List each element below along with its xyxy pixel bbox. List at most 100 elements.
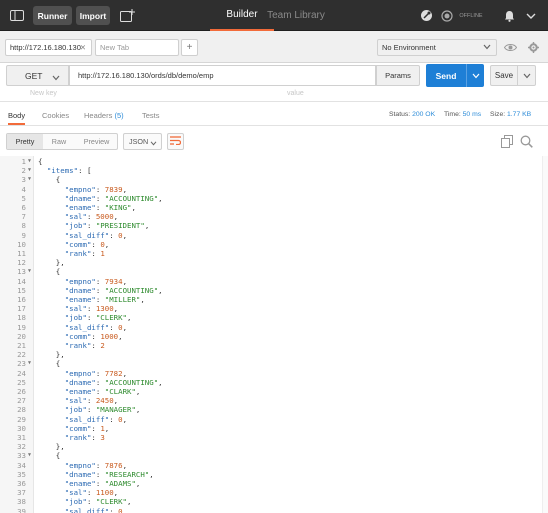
code-scrollbar[interactable] <box>542 156 548 513</box>
time-value: 50 ms <box>462 111 482 118</box>
line-number: 21 <box>17 341 26 350</box>
tab-builder[interactable]: Builder <box>210 0 274 31</box>
notifications-bell-icon[interactable] <box>500 6 518 25</box>
fold-arrow-icon[interactable]: ▼ <box>28 175 31 184</box>
code-text: "ename": "CLARK", <box>64 387 141 396</box>
line-number: 26 <box>17 387 26 396</box>
code-text: "comm": 0, <box>64 239 110 249</box>
view-mode-group: Pretty Raw Preview <box>6 133 118 150</box>
code-text: "comm": 1000, <box>64 331 123 341</box>
code-line: 7 "sal": 5000, <box>0 212 548 221</box>
pretty-button[interactable]: Pretty <box>7 134 43 149</box>
code-line: 3 ▼ { <box>0 175 548 184</box>
tab-request-active[interactable]: http://172.16.180.130 ✕ <box>5 39 92 56</box>
code-line: 22 }, <box>0 350 548 359</box>
code-line: 28 "job": "MANAGER", <box>0 405 548 414</box>
tab-tests[interactable]: Tests <box>142 111 160 120</box>
fold-arrow-icon[interactable]: ▼ <box>28 157 31 166</box>
code-line: 24 "empno": 7782, <box>0 369 548 378</box>
tab-cookies[interactable]: Cookies <box>42 111 69 120</box>
tab-body[interactable]: Body <box>8 111 26 125</box>
method-label: GET <box>25 70 43 81</box>
line-number: 39 <box>17 506 26 513</box>
runner-button[interactable]: Runner <box>33 6 72 25</box>
tab-headers[interactable]: Headers (5) <box>84 111 124 120</box>
code-line: 18 "job": "CLERK", <box>0 313 548 322</box>
tab-headers-label: Headers <box>84 111 113 120</box>
line-number: 31 <box>17 433 26 442</box>
format-select[interactable]: JSON <box>123 133 162 150</box>
code-line: 34 "empno": 7876, <box>0 461 548 470</box>
code-text: "empno": 7839, <box>64 184 128 194</box>
code-text: { <box>38 451 61 461</box>
code-text: "job": "MANAGER", <box>64 405 141 415</box>
status-readout: Status: 200 OK <box>389 111 435 118</box>
import-button[interactable]: Import <box>76 6 110 25</box>
method-select[interactable]: GET <box>6 65 69 86</box>
code-text: }, <box>38 350 65 360</box>
eye-icon[interactable] <box>501 39 519 56</box>
code-line: 21 "rank": 2 <box>0 341 548 350</box>
gear-icon[interactable] <box>524 39 542 56</box>
value-input[interactable]: value <box>287 90 304 97</box>
satellite-icon[interactable] <box>418 6 434 25</box>
code-text: "job": "CLERK", <box>64 497 132 507</box>
line-number: 19 <box>17 322 26 332</box>
save-options-button[interactable] <box>518 65 536 86</box>
new-key-input[interactable]: New key <box>30 90 57 97</box>
fold-arrow-icon[interactable]: ▼ <box>28 451 31 460</box>
headers-count: (5) <box>114 111 124 120</box>
tab-new[interactable]: New Tab <box>95 39 179 56</box>
fold-arrow-icon[interactable]: ▼ <box>28 359 31 368</box>
response-tabs-bar: Body Cookies Headers (5) Tests Status: 2… <box>0 106 548 126</box>
preview-button[interactable]: Preview <box>75 134 118 149</box>
line-number: 5 <box>21 193 26 203</box>
line-number: 14 <box>17 276 26 286</box>
code-text: "sal_diff": 0, <box>64 414 128 424</box>
copy-icon[interactable] <box>501 135 515 149</box>
code-text: { <box>38 175 61 185</box>
settings-menu-icon[interactable] <box>522 6 540 25</box>
code-line: 12 }, <box>0 258 548 267</box>
sidebar-toggle-icon[interactable] <box>7 6 27 25</box>
line-number: 37 <box>17 488 26 498</box>
time-readout: Time: 50 ms <box>444 111 481 118</box>
line-number: 32 <box>17 442 26 452</box>
params-row: New key value <box>0 89 548 102</box>
add-tab-button[interactable]: + <box>181 39 198 56</box>
line-number: 29 <box>17 414 26 424</box>
fold-arrow-icon[interactable]: ▼ <box>28 166 31 175</box>
status-label: Status: <box>389 111 411 118</box>
code-text: "job": "CLERK", <box>64 313 132 323</box>
line-number: 2 <box>21 166 26 176</box>
line-number: 23 <box>17 359 26 369</box>
code-text: "dname": "RESEARCH", <box>64 469 154 479</box>
code-text: "dname": "ACCOUNTING", <box>64 285 163 295</box>
raw-button[interactable]: Raw <box>44 134 74 149</box>
code-line: 25 "dname": "ACCOUNTING", <box>0 378 548 387</box>
time-label: Time: <box>444 111 461 118</box>
url-input[interactable]: http://172.16.180.130/ords/db/demo/emp <box>69 65 376 86</box>
line-number: 28 <box>17 405 26 415</box>
fold-arrow-icon[interactable]: ▼ <box>28 267 31 276</box>
wrap-lines-button[interactable] <box>167 133 184 150</box>
environment-select[interactable]: No Environment <box>377 39 497 56</box>
code-line: 29 "sal_diff": 0, <box>0 415 548 424</box>
close-icon[interactable]: ✕ <box>80 43 86 52</box>
code-text: }, <box>38 258 65 268</box>
line-number: 36 <box>17 479 26 488</box>
tab-team-library[interactable]: Team Library <box>267 0 325 31</box>
search-icon[interactable] <box>520 135 534 149</box>
save-button[interactable]: Save <box>490 65 518 86</box>
chevron-down-icon <box>150 139 157 148</box>
send-options-button[interactable] <box>466 64 484 87</box>
tab-request-label: http://172.16.180.130 <box>10 43 81 52</box>
code-text: "sal": 1100, <box>64 488 119 498</box>
request-tabs-bar: http://172.16.180.130 ✕ New Tab + No Env… <box>0 31 548 63</box>
new-window-icon[interactable] <box>116 6 138 25</box>
params-button[interactable]: Params <box>376 65 420 86</box>
line-number: 10 <box>17 239 26 249</box>
send-button[interactable]: Send <box>426 64 466 87</box>
line-number: 13 <box>17 267 26 277</box>
code-text: "sal_diff": 0, <box>64 230 128 240</box>
